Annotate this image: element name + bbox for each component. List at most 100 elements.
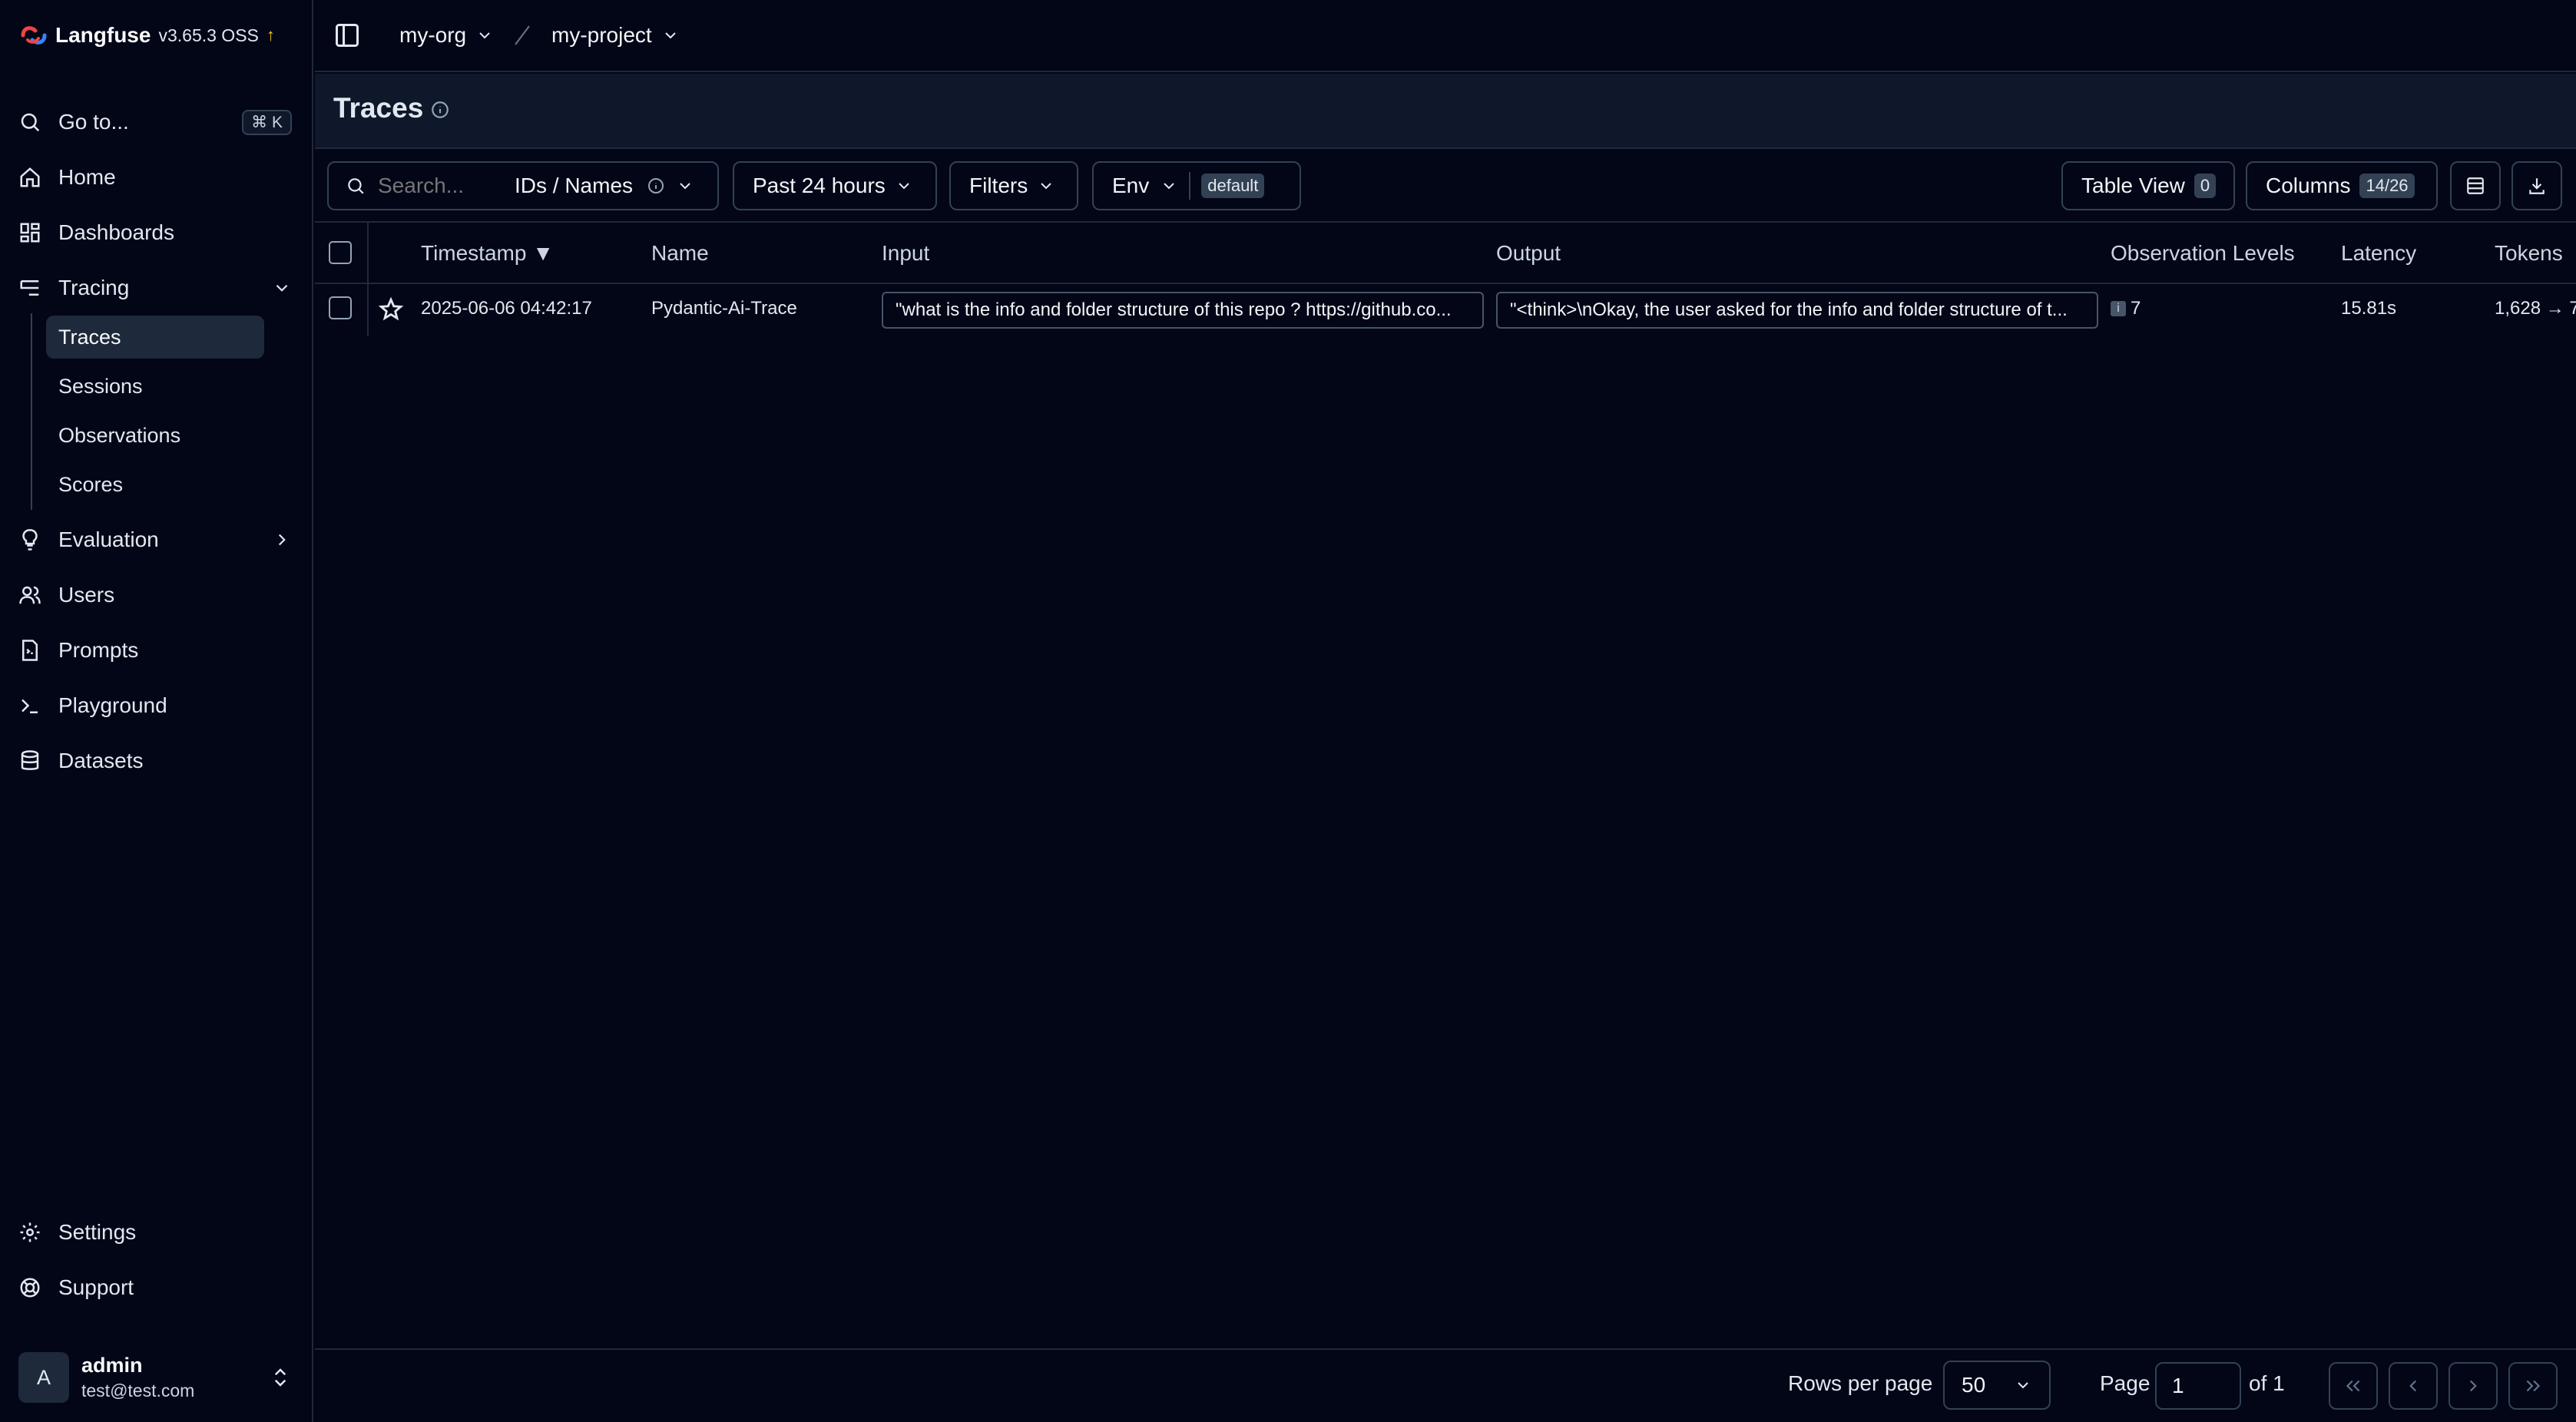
sidebar-item-label: Support — [58, 1275, 134, 1299]
toolbar: IDs / Names Past 24 hours Filters Env de… — [315, 149, 2576, 223]
search-box[interactable]: IDs / Names — [327, 161, 719, 210]
first-page-button[interactable] — [2329, 1362, 2378, 1410]
rows-per-page-select[interactable]: 50 — [1943, 1361, 2051, 1410]
sidebar-item-tracing[interactable]: Tracing — [18, 266, 292, 309]
home-icon — [20, 167, 40, 187]
search-icon — [348, 178, 364, 194]
sidebar-item-label: Evaluation — [58, 527, 159, 551]
goto-search[interactable]: Go to... ⌘ K — [18, 101, 292, 144]
sidebar-item-evaluation[interactable]: Evaluation — [18, 518, 292, 561]
env-label: Env — [1112, 174, 1150, 197]
columns-button[interactable]: Columns 14/26 — [2246, 161, 2438, 210]
user-name: admin — [81, 1354, 143, 1377]
sidebar-item-label: Tracing — [58, 276, 130, 299]
chevron-right-icon — [2469, 1380, 2477, 1392]
sidebar-item-users[interactable]: Users — [18, 574, 292, 617]
sidebar-toggle-icon[interactable] — [333, 21, 361, 49]
filters-label: Filters — [969, 174, 1028, 197]
sidebar-item-home[interactable]: Home — [18, 156, 292, 199]
header-timestamp[interactable]: Timestamp ▼ — [421, 241, 554, 266]
star-icon[interactable] — [378, 296, 404, 322]
search-input[interactable] — [378, 174, 501, 198]
header-name[interactable]: Name — [651, 241, 709, 266]
gear-icon — [20, 1222, 40, 1242]
avatar: A — [18, 1352, 69, 1403]
cell-input[interactable]: "what is the info and folder structure o… — [882, 292, 1484, 329]
previous-page-button[interactable] — [2389, 1362, 2438, 1410]
page-header: Traces — [315, 74, 2576, 149]
row-checkbox[interactable] — [329, 296, 352, 319]
time-range-select[interactable]: Past 24 hours — [733, 161, 937, 210]
sidebar-item-playground[interactable]: Playground — [18, 684, 292, 727]
sidebar-item-support[interactable]: Support — [18, 1266, 292, 1309]
input-preview: "what is the info and folder structure o… — [896, 299, 1452, 320]
chevron-down-icon — [1041, 183, 1051, 190]
langfuse-logo-icon — [21, 26, 47, 45]
sidebar-item-settings[interactable]: Settings — [18, 1211, 292, 1254]
support-icon — [20, 1278, 40, 1298]
breadcrumb-org[interactable]: my-org — [399, 20, 494, 51]
chevron-down-icon — [1164, 183, 1174, 190]
tracing-icon — [20, 280, 39, 296]
page-number-input[interactable] — [2155, 1362, 2241, 1410]
chevron-down-icon — [899, 183, 909, 190]
sidebar-subitem-sessions[interactable]: Sessions — [46, 365, 264, 408]
cell-timestamp: 2025-06-06 04:42:17 — [421, 298, 592, 319]
sidebar-item-label: Datasets — [58, 749, 144, 772]
header-output[interactable]: Output — [1496, 241, 1561, 266]
info-icon[interactable] — [430, 100, 450, 120]
cell-output[interactable]: "<think>\nOkay, the user asked for the i… — [1496, 292, 2098, 329]
pagination-bar: Rows per page 50 Page of 1 — [315, 1348, 2576, 1422]
download-button[interactable] — [2511, 161, 2562, 210]
header-input[interactable]: Input — [882, 241, 929, 266]
chevrons-left-icon — [2346, 1380, 2360, 1392]
sidebar-item-label: Prompts — [58, 638, 139, 662]
row-height-button[interactable] — [2450, 161, 2501, 210]
output-preview: "<think>\nOkay, the user asked for the i… — [1510, 299, 2068, 320]
last-page-button[interactable] — [2508, 1362, 2558, 1410]
terminal-icon — [22, 699, 38, 713]
search-mode[interactable]: IDs / Names — [515, 174, 633, 198]
next-page-button[interactable] — [2449, 1362, 2498, 1410]
column-divider — [367, 284, 369, 336]
search-icon — [21, 113, 40, 132]
breadcrumb-project[interactable]: my-project — [551, 20, 680, 51]
chevron-left-icon — [2409, 1380, 2417, 1392]
page-total: of 1 — [2249, 1371, 2285, 1395]
sidebar-subitem-observations[interactable]: Observations — [46, 414, 264, 457]
env-filter[interactable]: Env default — [1092, 161, 1301, 210]
table-header: Timestamp ▼ Name Input Output Observatio… — [315, 223, 2576, 284]
breadcrumb-separator — [515, 25, 530, 45]
brand-name: Langfuse — [55, 23, 151, 47]
sidebar-item-dashboards[interactable]: Dashboards — [18, 211, 292, 254]
users-icon — [19, 586, 41, 604]
download-icon — [2529, 178, 2545, 194]
table-view-button[interactable]: Table View 0 — [2061, 161, 2235, 210]
select-all-checkbox[interactable] — [329, 241, 352, 264]
header-tokens[interactable]: Tokens — [2495, 241, 2563, 266]
chevron-down-icon — [2018, 1382, 2028, 1389]
info-icon — [648, 178, 664, 193]
rows-per-page-label: Rows per page — [1788, 1371, 1933, 1395]
brand[interactable]: Langfuse v3.65.3 OSS ↑ — [20, 21, 275, 49]
user-menu[interactable]: A admin test@test.com — [18, 1350, 292, 1405]
sidebar-subitem-scores[interactable]: Scores — [46, 463, 264, 506]
cell-tokens: 1,628 → 7 — [2495, 298, 2576, 319]
project-name: my-project — [551, 23, 652, 47]
header-observation-levels[interactable]: Observation Levels — [2111, 241, 2295, 266]
table-row[interactable]: 2025-06-06 04:42:17 Pydantic-Ai-Trace "w… — [315, 284, 2576, 338]
sidebar-subitem-traces[interactable]: Traces — [46, 316, 264, 359]
page-title: Traces — [333, 92, 424, 124]
dashboard-icon — [20, 223, 40, 243]
sidebar-item-datasets[interactable]: Datasets — [18, 739, 292, 782]
sidebar-item-prompts[interactable]: Prompts — [18, 629, 292, 672]
filters-button[interactable]: Filters — [949, 161, 1078, 210]
brand-version: v3.65.3 OSS — [158, 25, 259, 45]
update-arrow-icon[interactable]: ↑ — [267, 25, 275, 45]
env-badge: default — [1201, 174, 1265, 198]
submenu-rule — [31, 313, 32, 510]
header-latency[interactable]: Latency — [2341, 241, 2416, 266]
chevrons-up-down-icon — [274, 1368, 286, 1387]
column-divider — [367, 223, 369, 284]
cell-name[interactable]: Pydantic-Ai-Trace — [651, 298, 797, 319]
